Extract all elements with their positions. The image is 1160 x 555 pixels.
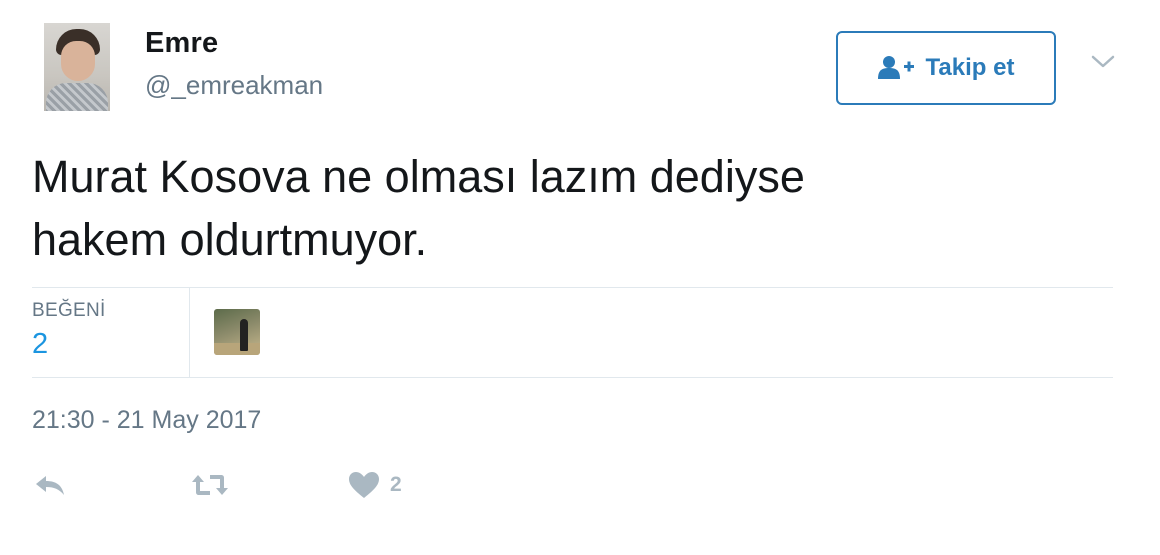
follow-button-label: Takip et xyxy=(925,54,1015,81)
tweet-timestamp[interactable]: 21:30 - 21 May 2017 xyxy=(32,406,261,435)
divider xyxy=(32,377,1113,378)
stats-divider xyxy=(189,288,190,377)
avatar-shirt xyxy=(46,83,108,111)
reply-icon xyxy=(34,472,66,498)
likes-count[interactable]: 2 xyxy=(32,328,48,361)
tweet-text-line: Murat Kosova ne olması lazım dediyse xyxy=(32,151,805,202)
like-button[interactable]: 2 xyxy=(348,470,402,500)
tweet-card: Emre @_emreakman Takip et Murat Kosova n… xyxy=(0,0,1160,555)
liker-avatar-figure xyxy=(240,319,248,351)
user-avatar[interactable] xyxy=(44,23,110,111)
user-handle[interactable]: @_emreakman xyxy=(145,70,323,101)
add-user-icon xyxy=(877,55,916,81)
avatar-face xyxy=(61,41,95,81)
user-name[interactable]: Emre xyxy=(145,27,218,60)
liker-avatar-ground xyxy=(214,343,260,355)
retweet-icon xyxy=(190,472,230,498)
retweet-button[interactable] xyxy=(190,470,230,500)
divider xyxy=(32,287,1113,288)
chevron-down-icon[interactable] xyxy=(1090,52,1116,72)
tweet-text-line: hakem oldurtmuyor. xyxy=(32,214,428,265)
heart-icon xyxy=(348,471,380,499)
reply-button[interactable] xyxy=(34,470,66,500)
like-count: 2 xyxy=(390,473,402,496)
tweet-text: Murat Kosova ne olması lazım dediyse hak… xyxy=(32,145,1092,271)
liker-avatar[interactable] xyxy=(214,309,260,355)
follow-button[interactable]: Takip et xyxy=(836,31,1056,105)
likes-label: BEĞENİ xyxy=(32,300,106,321)
